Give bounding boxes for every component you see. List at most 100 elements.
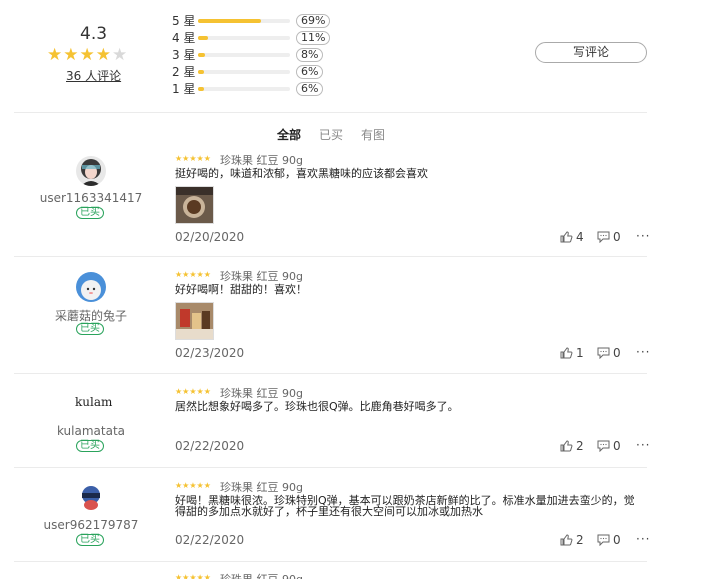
review-date: 02/20/2020 xyxy=(175,230,245,244)
buyer-badge: 已买 xyxy=(76,323,104,335)
divider xyxy=(14,373,647,374)
username[interactable]: kulamatata xyxy=(30,424,152,438)
distribution-label: 2 星 xyxy=(172,65,196,79)
review-content: 好喝！黑糖味很浓。珍珠特别Q弹，基本可以跟奶茶店新鲜的比了。标准水量加进去蛮少的… xyxy=(175,494,635,518)
review-photo[interactable] xyxy=(175,302,214,340)
like-button[interactable]: 2 xyxy=(560,533,584,547)
distribution-bar xyxy=(198,69,290,74)
username[interactable]: user962179787 xyxy=(30,518,152,532)
avatar[interactable] xyxy=(76,272,106,302)
like-button[interactable]: 1 xyxy=(560,346,584,360)
product-spec: 珍珠果 红豆 90g xyxy=(220,571,303,579)
avatar[interactable] xyxy=(76,156,106,186)
comment-button[interactable]: 0 xyxy=(597,346,621,360)
distribution-label: 4 星 xyxy=(172,31,196,45)
distribution-row[interactable]: 5 星 69% xyxy=(172,12,331,29)
comment-icon xyxy=(597,440,610,452)
comment-count: 0 xyxy=(613,230,621,244)
divider xyxy=(14,561,647,562)
review-content: 挺好喝的，味道和浓郁，喜欢黑糖味的应该都会喜欢 xyxy=(175,167,428,180)
username[interactable]: 采蘑菇的兔子 xyxy=(30,307,152,324)
like-count: 1 xyxy=(576,346,584,360)
distribution-percent: 6% xyxy=(296,81,324,96)
comment-icon xyxy=(597,534,610,546)
like-button[interactable]: 4 xyxy=(560,230,584,244)
distribution-percent: 8% xyxy=(296,47,324,62)
distribution-fill xyxy=(198,18,262,23)
distribution-row[interactable]: 2 星 6% xyxy=(172,63,330,80)
distribution-row[interactable]: 1 星 6% xyxy=(172,80,330,97)
divider xyxy=(14,256,647,257)
distribution-row[interactable]: 4 星 11% xyxy=(172,29,331,46)
like-count: 2 xyxy=(576,533,584,547)
review-stars: ★★★★★ xyxy=(175,481,211,490)
product-spec: 珍珠果 红豆 90g xyxy=(220,481,303,494)
distribution-percent: 69% xyxy=(296,13,331,28)
like-button[interactable]: 2 xyxy=(560,439,584,453)
review-stars: ★★★★★ xyxy=(175,270,211,279)
buyer-badge: 已买 xyxy=(76,534,104,546)
product-spec: 珍珠果 红豆 90g xyxy=(220,154,303,167)
tab-with-photos[interactable]: 有图 xyxy=(361,126,385,143)
comment-icon xyxy=(597,347,610,359)
thumbs-up-icon xyxy=(560,347,573,359)
username[interactable]: user1163341417 xyxy=(30,191,152,205)
more-options-button[interactable]: ··· xyxy=(636,532,650,546)
comment-button[interactable]: 0 xyxy=(597,230,621,244)
comment-button[interactable]: 0 xyxy=(597,439,621,453)
comment-count: 0 xyxy=(613,346,621,360)
thumbs-up-icon xyxy=(560,231,573,243)
divider xyxy=(14,112,647,113)
rating-distribution: 5 星 69% 4 星 11% 3 星 8% 2 星 6% 1 星 6% xyxy=(172,12,331,97)
distribution-bar xyxy=(198,52,290,57)
like-count: 2 xyxy=(576,439,584,453)
tab-all[interactable]: 全部 xyxy=(277,126,301,143)
filter-tabs: 全部 已买 有图 xyxy=(277,126,385,143)
star-icon: ★ xyxy=(95,45,111,65)
thumbs-up-icon xyxy=(560,534,573,546)
distribution-fill xyxy=(198,69,204,74)
average-stars: ★ ★ ★ ★ ★ xyxy=(47,47,127,64)
star-icon: ★ xyxy=(79,45,95,65)
distribution-bar xyxy=(198,35,290,40)
review-date: 02/22/2020 xyxy=(175,533,245,547)
comment-count: 0 xyxy=(613,439,621,453)
thumbs-up-icon xyxy=(560,440,573,452)
comment-count: 0 xyxy=(613,533,621,547)
review-count-link[interactable]: 36 人评论 xyxy=(66,67,121,84)
tab-bought[interactable]: 已买 xyxy=(319,126,343,143)
star-icon: ★ xyxy=(47,45,63,65)
review-content: 居然比想象好喝多了。珍珠也很Q弹。比鹿角巷好喝多了。 xyxy=(175,400,459,413)
distribution-fill xyxy=(198,35,209,40)
review-stars: ★★★★★ xyxy=(175,387,211,396)
more-options-button[interactable]: ··· xyxy=(636,438,650,452)
rating-summary: 4.3 ★ ★ ★ ★ ★ 36 人评论 5 星 69% 4 星 11% 3 星… xyxy=(0,0,721,112)
distribution-bar xyxy=(198,18,290,23)
review-photo[interactable] xyxy=(175,186,214,224)
avatar[interactable]: kulam xyxy=(75,389,113,419)
comment-button[interactable]: 0 xyxy=(597,533,621,547)
distribution-fill xyxy=(198,52,206,57)
avatar[interactable] xyxy=(76,483,106,513)
write-review-button[interactable]: 写评论 xyxy=(535,42,647,63)
average-rating: 4.3 xyxy=(80,24,108,44)
distribution-percent: 6% xyxy=(296,64,324,79)
review-stars: ★★★★★ xyxy=(175,154,211,163)
comment-icon xyxy=(597,231,610,243)
product-spec: 珍珠果 红豆 90g xyxy=(220,387,303,400)
review-date: 02/23/2020 xyxy=(175,346,245,360)
buyer-badge: 已买 xyxy=(76,207,104,219)
distribution-fill xyxy=(198,86,204,91)
distribution-row[interactable]: 3 星 8% xyxy=(172,46,330,63)
divider xyxy=(14,467,647,468)
distribution-percent: 11% xyxy=(296,30,331,45)
distribution-label: 1 星 xyxy=(172,82,196,96)
star-icon: ★ xyxy=(63,45,79,65)
avatar-logo-text: kulam xyxy=(75,395,113,409)
review-stars: ★★★★★ xyxy=(175,573,211,579)
star-empty-icon: ★ xyxy=(112,45,128,65)
product-spec: 珍珠果 红豆 90g xyxy=(220,270,303,283)
more-options-button[interactable]: ··· xyxy=(636,229,650,243)
review-date: 02/22/2020 xyxy=(175,439,245,453)
more-options-button[interactable]: ··· xyxy=(636,345,650,359)
